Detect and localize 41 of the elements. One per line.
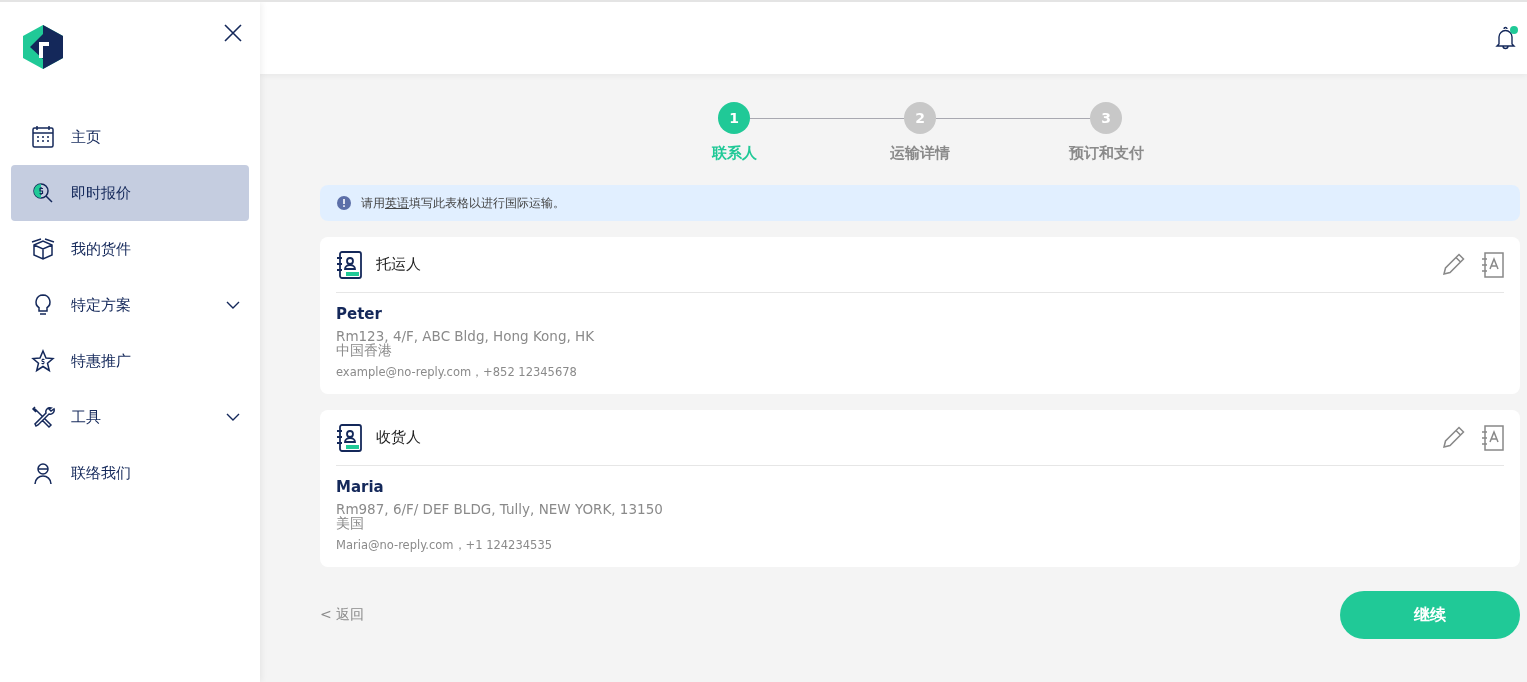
step-label: 预订和支付 (1068, 144, 1144, 163)
price-search-icon (31, 181, 55, 205)
calendar-icon (31, 125, 55, 149)
address-book-button[interactable] (1480, 251, 1504, 278)
close-button[interactable] (224, 24, 242, 42)
nav-item[interactable]: 特定方案 (11, 277, 249, 333)
contact-details: example@no-reply.com，+852 12345678 (336, 365, 578, 380)
address-book-icon (336, 423, 362, 452)
country-text: 美国 (336, 516, 364, 530)
info-icon (337, 196, 351, 210)
tools-icon (31, 405, 55, 429)
card-title: 收货人 (376, 428, 421, 447)
step-number: 1 (718, 102, 750, 134)
address-book-button[interactable] (1480, 424, 1504, 451)
contact-name: Peter (336, 305, 383, 323)
notice-text: 请用英语填写此表格以进行国际运输。 (361, 194, 565, 212)
edit-button[interactable] (1440, 251, 1466, 278)
logo-icon (22, 24, 64, 70)
chevron-down-icon (226, 413, 240, 421)
card-title: 托运人 (376, 255, 421, 274)
box-icon (31, 237, 55, 261)
support-agent-icon (31, 461, 55, 485)
nav-item[interactable]: 即时报价 (11, 165, 249, 221)
nav-item[interactable]: 联络我们 (11, 445, 249, 501)
contact-details: Maria@no-reply.com，+1 124234535 (336, 538, 553, 553)
address-text: Rm987, 6/F/ DEF BLDG, Tully, NEW YORK, 13150 (336, 502, 664, 516)
contact-name: Maria (336, 478, 385, 496)
step-label: 运输详情 (890, 144, 950, 163)
language-link[interactable]: 英语 (385, 195, 409, 210)
address-book-icon (336, 250, 362, 279)
star-icon (31, 349, 55, 373)
country-text: 中国香港 (336, 343, 393, 357)
edit-button[interactable] (1440, 424, 1466, 451)
nav-item[interactable]: 特惠推广 (11, 333, 249, 389)
chevron-down-icon (226, 301, 240, 309)
nav-item[interactable]: 主页 (11, 109, 249, 165)
nav-item[interactable]: 工具 (11, 389, 249, 445)
step-label: 联系人 (711, 144, 757, 163)
address-text: Rm123, 4/F, ABC Bldg, Hong Kong, HK (336, 329, 596, 343)
notification-button[interactable] (1493, 25, 1519, 51)
nav-item[interactable]: 我的货件 (11, 221, 249, 277)
